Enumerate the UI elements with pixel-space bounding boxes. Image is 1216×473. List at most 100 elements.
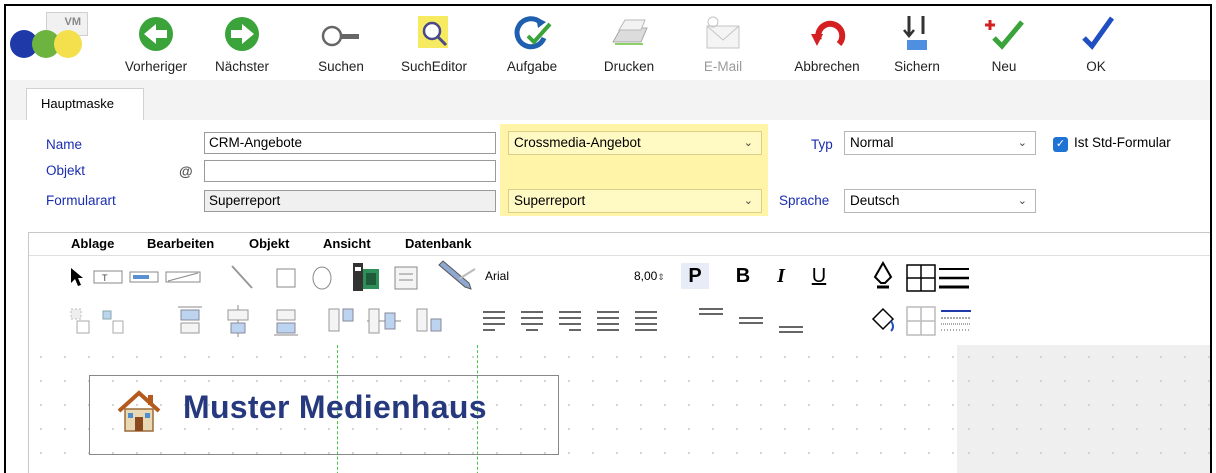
chevron-down-icon[interactable]: ⌄: [744, 190, 753, 212]
line-weight-icon[interactable]: [937, 263, 971, 293]
save-icon: [903, 16, 927, 50]
text-justify-all-icon[interactable]: [633, 309, 659, 335]
distribute-left-icon[interactable]: [327, 305, 357, 337]
image-tool-icon[interactable]: [347, 259, 381, 293]
next-button[interactable]: Nächster: [204, 8, 280, 78]
align-top-icon[interactable]: [177, 305, 203, 337]
italic-button[interactable]: I: [767, 263, 795, 289]
tab-hauptmaske[interactable]: Hauptmaske: [26, 88, 144, 120]
task-button[interactable]: Aufgabe: [496, 8, 568, 78]
sprache-label: Sprache: [779, 193, 830, 208]
brand-logo-box[interactable]: Muster Medienhaus: [89, 375, 559, 455]
line-style-icon[interactable]: [939, 305, 973, 337]
key-search-icon: [321, 25, 359, 47]
new-label: Neu: [991, 59, 1017, 74]
pointer-icon[interactable]: [69, 267, 85, 287]
at-icon[interactable]: @: [179, 163, 193, 179]
align-left-top-icon[interactable]: [69, 307, 91, 335]
email-label: E-Mail: [703, 59, 743, 74]
sprache-value: Deutsch: [850, 193, 900, 208]
format-p-button[interactable]: P: [681, 263, 709, 289]
menu-objekt[interactable]: Objekt: [249, 236, 289, 251]
search-label: Suchen: [318, 59, 364, 74]
cancel-button[interactable]: Abbrechen: [782, 8, 872, 78]
font-size-value: 8,00: [634, 269, 658, 283]
fill-grid-icon[interactable]: [905, 305, 937, 337]
std-formular-checkbox[interactable]: ✓: [1053, 137, 1068, 152]
ok-button[interactable]: OK: [1064, 8, 1128, 78]
menu-bearbeiten[interactable]: Bearbeiten: [147, 236, 214, 251]
arrow-right-icon: [225, 17, 259, 51]
pen-color-icon[interactable]: [871, 261, 895, 293]
menu-ansicht[interactable]: Ansicht: [323, 236, 371, 251]
next-label: Nächster: [214, 59, 270, 74]
typ-value: Normal: [850, 135, 894, 150]
ok-label: OK: [1086, 59, 1106, 74]
print-button[interactable]: Drucken: [590, 8, 668, 78]
formularart-field[interactable]: Superreport: [204, 190, 496, 212]
new-button[interactable]: Neu: [972, 8, 1036, 78]
search-editor-button[interactable]: SuchEditor: [390, 8, 478, 78]
align-middle-icon[interactable]: [225, 305, 251, 337]
name-template-select[interactable]: Crossmedia-Angebot ⌄: [508, 131, 762, 155]
undo-icon: [811, 20, 846, 47]
align-size-icon[interactable]: [101, 307, 127, 335]
rectangle-tool-icon[interactable]: [275, 267, 297, 289]
search-button[interactable]: Suchen: [306, 8, 376, 78]
menu-datenbank[interactable]: Datenbank: [405, 236, 471, 251]
main-form: Name CRM-Angebote Crossmedia-Angebot ⌄ O…: [6, 120, 1210, 230]
underline-button[interactable]: U: [805, 263, 833, 289]
ellipse-tool-icon[interactable]: [311, 265, 333, 291]
design-canvas[interactable]: Muster Medienhaus: [29, 345, 1210, 473]
save-button[interactable]: Sichern: [882, 8, 952, 78]
line-box-icon[interactable]: [165, 269, 201, 285]
distribute-center-icon[interactable]: [367, 305, 401, 337]
designer-toolbar-align: [29, 297, 1210, 346]
svg-text:T: T: [102, 273, 108, 283]
input-box-icon[interactable]: [129, 269, 159, 285]
line-tool-icon[interactable]: [229, 263, 255, 291]
text-field-icon[interactable]: T: [93, 269, 123, 285]
menu-ablage[interactable]: Ablage: [71, 236, 114, 251]
task-label: Aufgabe: [506, 59, 558, 74]
font-size-stepper[interactable]: 8,00⇕: [634, 269, 665, 283]
designer-menubar: Ablage Bearbeiten Objekt Ansicht Datenba…: [29, 233, 1210, 256]
formularart-select[interactable]: Superreport ⌄: [508, 189, 762, 213]
search-editor-label: SuchEditor: [400, 59, 468, 74]
chevron-down-icon[interactable]: ⌄: [744, 132, 753, 154]
text-align-center-icon[interactable]: [519, 309, 545, 335]
email-icon: [706, 16, 740, 49]
align-bottom-icon[interactable]: [273, 305, 299, 337]
border-grid-icon[interactable]: [905, 263, 937, 293]
previous-button[interactable]: Vorheriger: [116, 8, 196, 78]
subreport-tool-icon[interactable]: [393, 265, 419, 291]
check-icon: [1082, 16, 1115, 50]
chevron-down-icon[interactable]: ⌄: [1018, 190, 1027, 212]
typ-select[interactable]: Normal ⌄: [844, 131, 1036, 155]
name-field[interactable]: CRM-Angebote: [204, 132, 496, 154]
chevron-down-icon[interactable]: ⌄: [1018, 132, 1027, 154]
email-button[interactable]: E-Mail: [692, 8, 754, 78]
pen-tool-icon[interactable]: [435, 259, 479, 293]
main-toolbar: VM Vorheriger Nächster Suchen SuchEditor…: [6, 6, 1210, 80]
text-align-left-icon[interactable]: [481, 309, 507, 335]
text-justify-icon[interactable]: [595, 309, 621, 335]
valign-top-icon[interactable]: [697, 305, 725, 335]
magnifier-icon: [418, 16, 448, 48]
report-designer: Ablage Bearbeiten Objekt Ansicht Datenba…: [28, 232, 1210, 473]
stepper-icon[interactable]: ⇕: [657, 272, 665, 282]
text-align-right-icon[interactable]: [557, 309, 583, 335]
objekt-field[interactable]: [204, 160, 496, 182]
bold-button[interactable]: B: [729, 263, 757, 289]
valign-middle-icon[interactable]: [737, 305, 765, 335]
name-template-value: Crossmedia-Angebot: [514, 135, 641, 150]
distribute-right-icon[interactable]: [415, 305, 445, 337]
fill-bucket-icon[interactable]: [869, 305, 897, 337]
save-label: Sichern: [894, 59, 940, 74]
typ-label: Typ: [811, 137, 833, 152]
sprache-select[interactable]: Deutsch ⌄: [844, 189, 1036, 213]
logo-dot-yellow: [54, 30, 82, 58]
arrow-left-icon: [139, 17, 173, 51]
valign-bottom-icon[interactable]: [777, 305, 805, 335]
font-name[interactable]: Arial: [485, 269, 509, 283]
